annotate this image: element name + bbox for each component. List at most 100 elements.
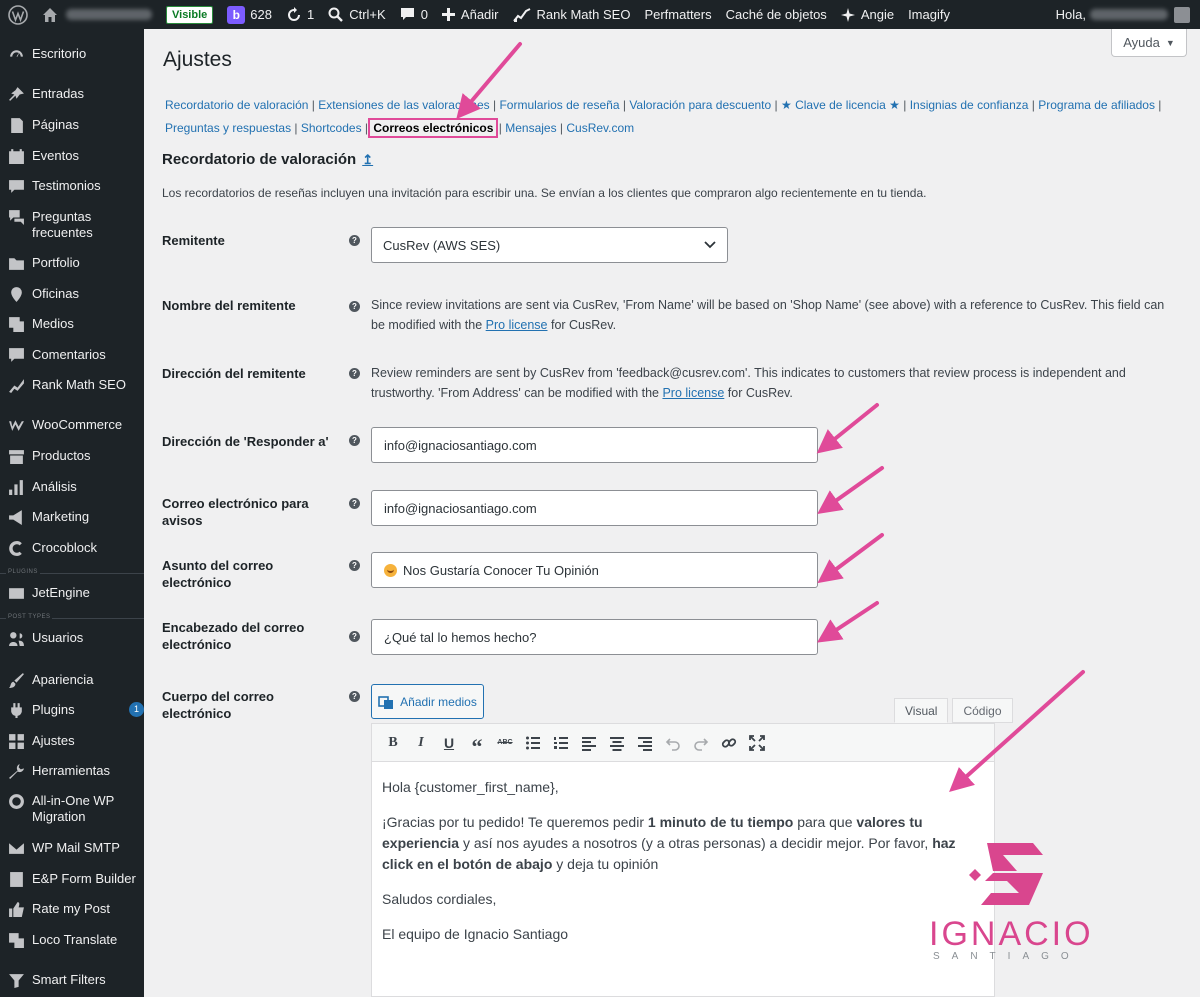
help-button[interactable]: Ayuda ▼ (1111, 29, 1187, 57)
subnav-link[interactable]: Valoración para descuento (629, 98, 771, 112)
sidebar-item-plugins[interactable]: Plugins 1 (0, 702, 144, 719)
tab-code[interactable]: Código (952, 698, 1013, 723)
rank-math-link[interactable]: Rank Math SEO (506, 0, 638, 29)
link-icon[interactable] (715, 729, 743, 757)
numbered-list-icon[interactable] (547, 729, 575, 757)
sidebar-item-label: Eventos (32, 148, 79, 163)
sidebar-item-preguntas-frecuentes[interactable]: Preguntas frecuentes (0, 209, 144, 241)
bold-icon[interactable]: B (379, 729, 407, 757)
sidebar-item-all-in-one-wp-migration[interactable]: All-in-One WP Migration (0, 793, 144, 825)
sidebar-item-marketing[interactable]: Marketing (0, 509, 144, 526)
sidebar-item-rank-math-seo[interactable]: Rank Math SEO (0, 377, 144, 394)
sender-select[interactable]: CusRev (AWS SES) (371, 227, 728, 263)
blockquote-icon[interactable]: “ (463, 729, 491, 757)
search-shortcut[interactable]: Ctrl+K (321, 0, 392, 29)
comments-link[interactable]: 0 (393, 0, 435, 29)
sidebar-item-oficinas[interactable]: Oficinas (0, 286, 144, 303)
bullet-list-icon[interactable] (519, 729, 547, 757)
sidebar-item-herramientas[interactable]: Herramientas (0, 763, 144, 780)
sidebar-item-smart-filters[interactable]: Smart Filters (0, 972, 144, 989)
sidebar-item-entradas[interactable]: Entradas (0, 86, 144, 103)
sidebar-item-análisis[interactable]: Análisis (0, 479, 144, 496)
subnav-link[interactable]: Preguntas y respuestas (165, 121, 291, 135)
subnav-link[interactable]: Extensiones de las valoraciones (318, 98, 489, 112)
tab-visual[interactable]: Visual (894, 698, 949, 723)
sidebar-item-escritorio[interactable]: Escritorio (0, 46, 144, 63)
sidebar-item-medios[interactable]: Medios (0, 316, 144, 333)
add-media-button[interactable]: Añadir medios (371, 684, 484, 719)
sidebar-item-wp-mail-smtp[interactable]: WP Mail SMTP (0, 840, 144, 857)
help-tip-icon[interactable]: ? (349, 498, 360, 509)
sidebar-item-label: Portfolio (32, 255, 80, 270)
reply-to-input[interactable]: info@ignaciosantiago.com (371, 427, 818, 463)
subnav-link[interactable]: Recordatorio de valoración (165, 98, 308, 112)
subnav-link[interactable]: Insignias de confianza (910, 98, 1029, 112)
sidebar-item-rate-my-post[interactable]: Rate my Post (0, 901, 144, 918)
subnav-link[interactable]: CusRev.com (566, 121, 634, 135)
underline-icon[interactable]: U (435, 729, 463, 757)
undo-icon[interactable] (659, 729, 687, 757)
sidebar-item-eventos[interactable]: Eventos (0, 148, 144, 165)
notify-email-label: Correo electrónico para avisos (162, 496, 309, 528)
strikethrough-icon[interactable]: ABC (491, 729, 519, 757)
editor-content[interactable]: Hola {customer_first_name}, ¡Gracias por… (372, 762, 994, 945)
imagify-link[interactable]: Imagify (901, 0, 957, 29)
subnav-link[interactable]: Mensajes (505, 121, 556, 135)
sidebar-item-crocoblock[interactable]: Crocoblock (0, 540, 144, 557)
logo-name: IGNACIO (929, 915, 1094, 953)
object-cache-link[interactable]: Caché de objetos (719, 0, 834, 29)
subnav-separator: | (495, 121, 506, 135)
help-tip-icon[interactable]: ? (349, 235, 360, 246)
help-tip-icon[interactable]: ? (349, 631, 360, 642)
sidebar-item-comentarios[interactable]: Comentarios (0, 347, 144, 364)
sidebar-item-loco-translate[interactable]: Loco Translate (0, 932, 144, 949)
align-center-icon[interactable] (603, 729, 631, 757)
rankmath-icon (0, 377, 32, 394)
sidebar-item-e-p-form-builder[interactable]: E&P Form Builder (0, 871, 144, 888)
notify-email-input[interactable]: info@ignaciosantiago.com (371, 490, 818, 526)
italic-icon[interactable]: I (407, 729, 435, 757)
updates-link[interactable]: 1 (279, 0, 321, 29)
sidebar-item-páginas[interactable]: Páginas (0, 117, 144, 134)
redo-icon[interactable] (687, 729, 715, 757)
b-logo-icon: b (227, 5, 246, 24)
perfmatters-link[interactable]: Perfmatters (637, 0, 718, 29)
sidebar-item-apariencia[interactable]: Apariencia (0, 672, 144, 689)
subnav-link[interactable]: Programa de afiliados (1038, 98, 1155, 112)
subnav-link[interactable]: Formularios de reseña (499, 98, 619, 112)
align-right-icon[interactable] (631, 729, 659, 757)
align-left-icon[interactable] (575, 729, 603, 757)
sidebar-item-usuarios[interactable]: Usuarios (0, 630, 144, 647)
site-name[interactable] (35, 0, 159, 29)
pro-license-link[interactable]: Pro license (662, 386, 724, 400)
fullscreen-icon[interactable] (743, 729, 771, 757)
sidebar-section-label: PLUGINS (6, 569, 40, 575)
angie-link[interactable]: Angie (834, 0, 901, 29)
sidebar-item-woocommerce[interactable]: WooCommerce (0, 417, 144, 434)
help-tip-icon[interactable]: ? (349, 301, 360, 312)
external-link-icon[interactable]: ↥ (362, 152, 373, 167)
sidebar-item-portfolio[interactable]: Portfolio (0, 255, 144, 272)
help-tip-icon[interactable]: ? (349, 435, 360, 446)
add-new-link[interactable]: Añadir (435, 0, 506, 29)
username-blurred (1090, 9, 1168, 20)
email-subject-input[interactable]: Nos Gustaría Conocer Tu Opinión (371, 552, 818, 588)
subnav-separator: | (556, 121, 567, 135)
subnav-link-current[interactable]: Correos electrónicos (368, 118, 499, 138)
help-tip-icon[interactable]: ? (349, 691, 360, 702)
sidebar-item-jetengine[interactable]: JetEngine (0, 585, 144, 602)
subnav-link[interactable]: ★ Clave de licencia ★ (781, 98, 900, 112)
sidebar-item-ajustes[interactable]: Ajustes (0, 733, 144, 750)
help-tip-icon[interactable]: ? (349, 368, 360, 379)
help-tip-icon[interactable]: ? (349, 560, 360, 571)
pro-license-link[interactable]: Pro license (486, 318, 548, 332)
sidebar-item-testimonios[interactable]: Testimonios (0, 178, 144, 195)
media-icon (0, 316, 32, 333)
visibility-badge[interactable]: Visible (159, 0, 220, 29)
sidebar-item-productos[interactable]: Productos (0, 448, 144, 465)
email-heading-input[interactable]: ¿Qué tal lo hemos hecho? (371, 619, 818, 655)
wordpress-logo-icon[interactable] (0, 0, 35, 29)
subnav-link[interactable]: Shortcodes (301, 121, 362, 135)
bb-counter[interactable]: b 628 (220, 0, 279, 29)
account-menu[interactable]: Hola, (1056, 6, 1200, 23)
